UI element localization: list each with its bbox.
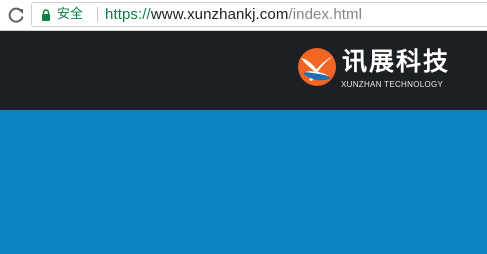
site-header: 讯展科技 XUNZHAN TECHNOLOGY	[0, 31, 487, 110]
logo-chinese-name: 讯展科技	[342, 47, 451, 76]
security-status-label[interactable]: 安全	[57, 7, 83, 23]
address-bar[interactable]: 安全 https://www.xunzhankj.com/index.html	[31, 2, 487, 27]
url-scheme: https://	[105, 6, 151, 23]
lock-icon[interactable]	[41, 9, 51, 21]
hero-banner	[0, 110, 487, 254]
url-text[interactable]: https://www.xunzhankj.com/index.html	[105, 6, 362, 23]
site-logo[interactable]: 讯展科技 XUNZHAN TECHNOLOGY	[297, 46, 477, 96]
omnibox-divider	[97, 7, 98, 22]
logo-english-name: XUNZHAN TECHNOLOGY	[341, 80, 444, 89]
browser-toolbar: 安全 https://www.xunzhankj.com/index.html	[0, 0, 487, 31]
logo-mark-icon	[298, 48, 336, 86]
url-host: www.xunzhankj.com	[150, 6, 289, 23]
reload-icon[interactable]	[7, 6, 25, 24]
url-path: /index.html	[288, 6, 363, 23]
